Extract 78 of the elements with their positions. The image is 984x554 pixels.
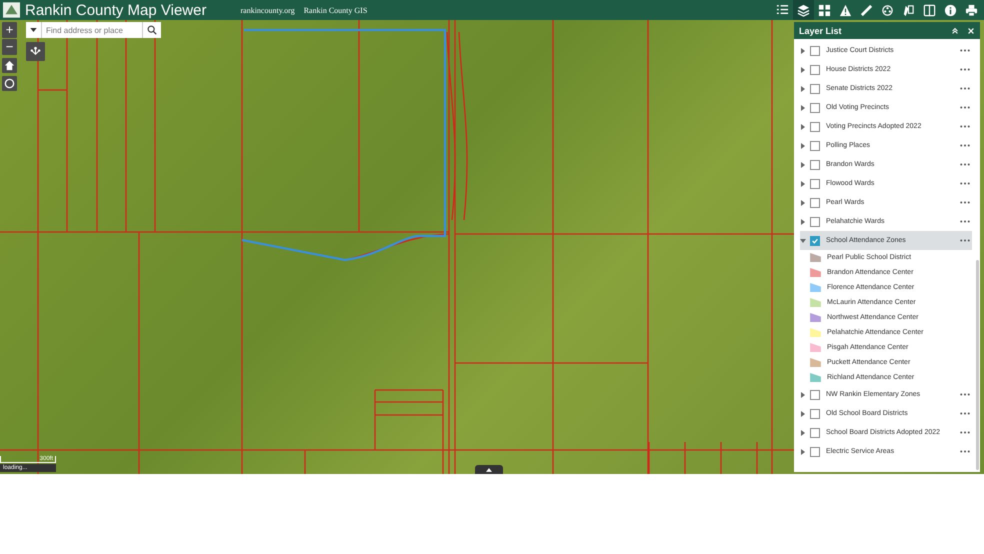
layer-checkbox[interactable] xyxy=(810,178,820,188)
more-icon[interactable] xyxy=(960,49,970,52)
more-icon[interactable] xyxy=(960,68,970,71)
panel-title: Layer List xyxy=(799,26,843,36)
caret-right-icon[interactable] xyxy=(800,48,806,54)
county-logo-icon xyxy=(3,2,20,18)
header-link[interactable]: Rankin County GIS xyxy=(304,6,368,14)
layer-checkbox[interactable] xyxy=(810,140,820,150)
more-icon[interactable] xyxy=(960,106,970,109)
layer-checkbox[interactable] xyxy=(810,446,820,456)
expand-tab[interactable] xyxy=(475,465,503,474)
layer-checkbox[interactable] xyxy=(810,390,820,400)
more-icon[interactable] xyxy=(960,239,970,242)
caret-up-icon xyxy=(486,468,492,472)
caret-right-icon[interactable] xyxy=(800,162,806,168)
printer-icon xyxy=(965,4,978,16)
layer-checkbox[interactable] xyxy=(810,64,820,74)
close-icon[interactable] xyxy=(967,26,975,34)
layer-checkbox[interactable] xyxy=(810,216,820,226)
tree-button[interactable] xyxy=(26,42,45,61)
toolbar-button[interactable] xyxy=(793,0,814,20)
reel-icon xyxy=(881,4,894,16)
caret-icon xyxy=(30,28,37,32)
info-icon xyxy=(944,4,957,16)
caret-right-icon[interactable] xyxy=(800,180,806,186)
warning-icon xyxy=(839,4,852,16)
layer-checkbox[interactable] xyxy=(810,102,820,112)
caret-right-icon[interactable] xyxy=(800,448,806,454)
more-icon[interactable] xyxy=(960,412,970,415)
zoom-in-button[interactable]: + xyxy=(2,22,17,38)
layer-checkbox[interactable] xyxy=(810,428,820,438)
more-icon[interactable] xyxy=(960,182,970,185)
more-icon[interactable] xyxy=(960,163,970,166)
more-icon[interactable] xyxy=(960,144,970,147)
layers-icon xyxy=(797,4,810,16)
ruler-icon xyxy=(860,4,873,16)
search-icon xyxy=(147,25,157,35)
caret-right-icon[interactable] xyxy=(800,142,806,148)
app-title: Rankin County Map Viewer xyxy=(25,2,206,18)
more-icon[interactable] xyxy=(960,393,970,396)
source-dropdown[interactable] xyxy=(26,22,42,38)
scrollbar[interactable] xyxy=(976,260,979,470)
home-button[interactable] xyxy=(2,58,17,73)
caret-right-icon[interactable] xyxy=(800,86,806,92)
layer-checkbox[interactable] xyxy=(810,84,820,94)
split-screen-icon xyxy=(923,4,936,16)
caret-right-icon[interactable] xyxy=(800,66,806,72)
search-button[interactable] xyxy=(142,22,161,38)
caret-right-icon[interactable] xyxy=(800,410,806,416)
grid-icon xyxy=(818,4,831,16)
collapse-icon[interactable] xyxy=(951,26,959,34)
nodes-icon xyxy=(30,46,41,57)
more-icon[interactable] xyxy=(960,431,970,434)
zoom-out-button[interactable]: − xyxy=(2,39,17,55)
header-link[interactable]: rankincounty.org xyxy=(240,6,295,14)
caret-right-icon[interactable] xyxy=(800,124,806,130)
layer-checkbox[interactable] xyxy=(810,198,820,208)
caret-right-icon[interactable] xyxy=(800,218,806,224)
layer-checkbox[interactable] xyxy=(810,408,820,418)
caret-right-icon[interactable] xyxy=(800,104,806,110)
more-icon[interactable] xyxy=(960,201,970,204)
layer-checkbox[interactable] xyxy=(810,122,820,132)
layer-checkbox[interactable] xyxy=(810,236,820,246)
circle-icon xyxy=(4,78,15,89)
caret-right-icon[interactable] xyxy=(800,200,806,206)
more-icon[interactable] xyxy=(960,220,970,223)
more-icon[interactable] xyxy=(960,87,970,90)
search-field[interactable]: Find address or place xyxy=(42,22,142,38)
locate-button[interactable] xyxy=(2,76,17,91)
more-icon[interactable] xyxy=(960,125,970,128)
caret-down-icon[interactable] xyxy=(800,238,806,244)
layer-checkbox[interactable] xyxy=(810,46,820,56)
more-icon[interactable] xyxy=(960,450,970,453)
caret-right-icon[interactable] xyxy=(800,430,806,436)
caret-right-icon[interactable] xyxy=(800,392,806,398)
list-icon xyxy=(776,4,789,16)
home-icon xyxy=(4,60,15,71)
layer-checkbox[interactable] xyxy=(810,160,820,170)
